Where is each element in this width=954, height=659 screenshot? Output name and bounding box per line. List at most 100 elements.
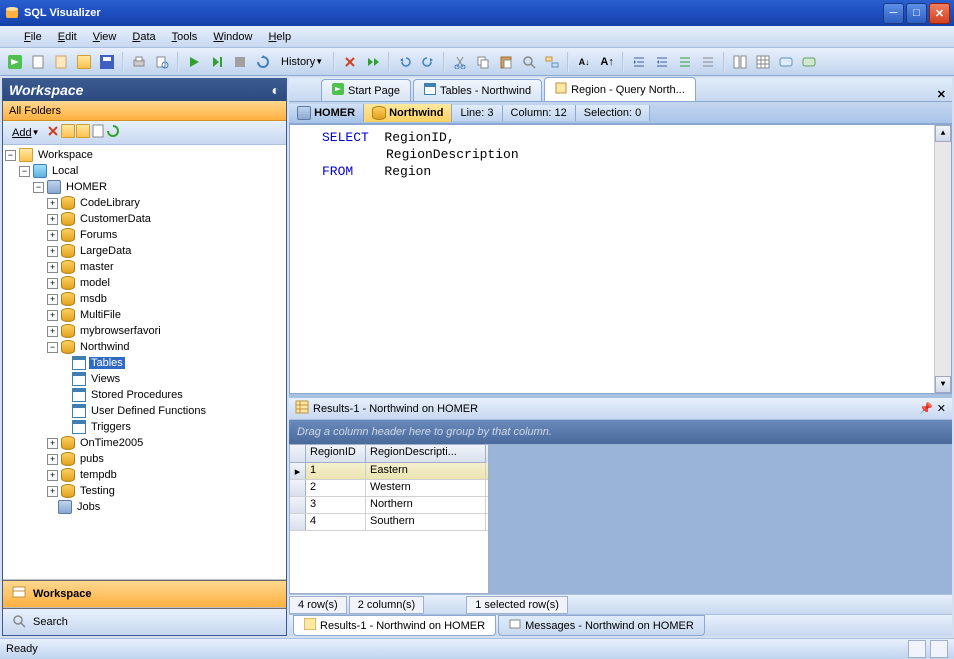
tree-northwind-udf[interactable]: User Defined Functions [5, 403, 284, 419]
redo-icon[interactable] [417, 51, 439, 73]
results-grid-icon[interactable] [752, 51, 774, 73]
tab-start-page[interactable]: Start Page [321, 79, 411, 101]
close-button[interactable]: ✕ [929, 3, 950, 24]
ws-open-icon[interactable] [61, 124, 75, 141]
sql-editor[interactable]: SELECT RegionID, RegionDescription FROM … [289, 124, 952, 394]
outdent-icon[interactable] [651, 51, 673, 73]
tree-db-codelibrary[interactable]: +CodeLibrary [5, 195, 284, 211]
table-row[interactable]: ▸ 1 Eastern [290, 463, 488, 480]
tree-db-forums[interactable]: +Forums [5, 227, 284, 243]
cancel-icon[interactable] [339, 51, 361, 73]
font-larger-icon[interactable]: A↑ [596, 51, 618, 73]
results-tab-1[interactable]: Results-1 - Northwind on HOMER [293, 615, 496, 636]
replace-icon[interactable] [541, 51, 563, 73]
search-tab[interactable]: Search [3, 607, 286, 635]
menu-data[interactable]: Data [124, 29, 163, 45]
status-server[interactable]: HOMER [289, 104, 364, 122]
tree-northwind-views[interactable]: Views [5, 371, 284, 387]
menu-view[interactable]: View [85, 29, 125, 45]
tree-db-northwind[interactable]: −Northwind [5, 339, 284, 355]
add-dropdown[interactable]: Add ▼ [8, 125, 44, 141]
scroll-down-icon[interactable]: ▼ [935, 376, 951, 393]
tree-northwind-sprocs[interactable]: Stored Procedures [5, 387, 284, 403]
tree-db-testing[interactable]: +Testing [5, 483, 284, 499]
editor-scrollbar[interactable]: ▲ ▼ [934, 125, 951, 393]
indent-icon[interactable] [628, 51, 650, 73]
run-script-icon[interactable] [4, 51, 26, 73]
scroll-up-icon[interactable]: ▲ [935, 125, 951, 142]
paste-icon[interactable] [495, 51, 517, 73]
ws-new-doc-icon[interactable] [91, 124, 105, 141]
menu-edit[interactable]: Edit [50, 29, 85, 45]
messages-tab[interactable]: Messages - Northwind on HOMER [498, 615, 705, 636]
results-pin-icon[interactable]: 📌 [919, 402, 933, 415]
menu-help[interactable]: Help [260, 29, 299, 45]
statusbar-icon-2[interactable] [930, 640, 948, 658]
new-file-icon[interactable] [50, 51, 72, 73]
new-doc-icon[interactable] [27, 51, 49, 73]
uncomment-icon[interactable] [697, 51, 719, 73]
tree-db-multifile[interactable]: +MultiFile [5, 307, 284, 323]
tree-northwind-triggers[interactable]: Triggers [5, 419, 284, 435]
history-dropdown[interactable]: History ▼ [275, 54, 329, 70]
print-icon[interactable] [128, 51, 150, 73]
tree-db-master[interactable]: +master [5, 259, 284, 275]
close-tab-icon[interactable]: ✕ [931, 88, 952, 101]
tab-tables-northwind[interactable]: Tables - Northwind [413, 79, 542, 101]
ws-folder-x-icon[interactable] [76, 124, 90, 141]
tab-region-query[interactable]: Region - Query North... [544, 77, 696, 101]
tree-db-ontime2005[interactable]: +OnTime2005 [5, 435, 284, 451]
stop-icon[interactable] [229, 51, 251, 73]
menu-file[interactable]: File [16, 29, 50, 45]
refresh-icon[interactable] [252, 51, 274, 73]
tree-db-tempdb[interactable]: +tempdb [5, 467, 284, 483]
cut-icon[interactable] [449, 51, 471, 73]
tree-northwind-tables[interactable]: Tables [5, 355, 284, 371]
results-grid[interactable]: RegionID RegionDescripti... ▸ 1 Eastern … [289, 444, 489, 594]
workspace-tree[interactable]: −Workspace −Local −HOMER +CodeLibrary +C… [3, 145, 286, 579]
group-by-bar[interactable]: Drag a column header here to group by th… [289, 420, 952, 444]
tree-root[interactable]: −Workspace [5, 147, 284, 163]
undo-icon[interactable] [394, 51, 416, 73]
ws-delete-icon[interactable] [46, 124, 60, 141]
tree-db-pubs[interactable]: +pubs [5, 451, 284, 467]
execute-all-icon[interactable] [362, 51, 384, 73]
table-row[interactable]: 4 Southern [290, 514, 488, 531]
print-preview-icon[interactable] [151, 51, 173, 73]
open-icon[interactable] [73, 51, 95, 73]
table-row[interactable]: 3 Northern [290, 497, 488, 514]
output-icon[interactable] [798, 51, 820, 73]
tree-jobs[interactable]: Jobs [5, 499, 284, 515]
results-close-icon[interactable]: ✕ [937, 402, 946, 415]
tree-db-model[interactable]: +model [5, 275, 284, 291]
messages-icon[interactable] [775, 51, 797, 73]
save-icon[interactable] [96, 51, 118, 73]
column-header-regiondesc[interactable]: RegionDescripti... [366, 445, 486, 463]
workspace-tab[interactable]: Workspace [3, 579, 286, 607]
table-row[interactable]: 2 Western [290, 480, 488, 497]
statusbar-icon-1[interactable] [908, 640, 926, 658]
execute-icon[interactable] [183, 51, 205, 73]
comment-icon[interactable] [674, 51, 696, 73]
tree-group-local[interactable]: −Local [5, 163, 284, 179]
font-smaller-icon[interactable]: A↓ [573, 51, 595, 73]
minimize-button[interactable]: ─ [883, 3, 904, 24]
copy-icon[interactable] [472, 51, 494, 73]
find-icon[interactable] [518, 51, 540, 73]
tree-db-customerdata[interactable]: +CustomerData [5, 211, 284, 227]
tree-db-msdb[interactable]: +msdb [5, 291, 284, 307]
execute-step-icon[interactable] [206, 51, 228, 73]
menu-tools[interactable]: Tools [164, 29, 206, 45]
tree-server-homer[interactable]: −HOMER [5, 179, 284, 195]
menu-grip[interactable] [6, 28, 12, 46]
maximize-button[interactable]: □ [906, 3, 927, 24]
ws-refresh-icon[interactable] [106, 124, 120, 141]
column-header-regionid[interactable]: RegionID [306, 445, 366, 463]
menu-window[interactable]: Window [205, 29, 260, 45]
tree-db-largedata[interactable]: +LargeData [5, 243, 284, 259]
all-folders-bar[interactable]: All Folders [3, 101, 286, 121]
window-layout-icon[interactable] [729, 51, 751, 73]
tree-db-mybrowserfavori[interactable]: +mybrowserfavori [5, 323, 284, 339]
workspace-collapse-icon[interactable]: ◐ [272, 82, 280, 98]
status-database[interactable]: Northwind [364, 104, 452, 122]
